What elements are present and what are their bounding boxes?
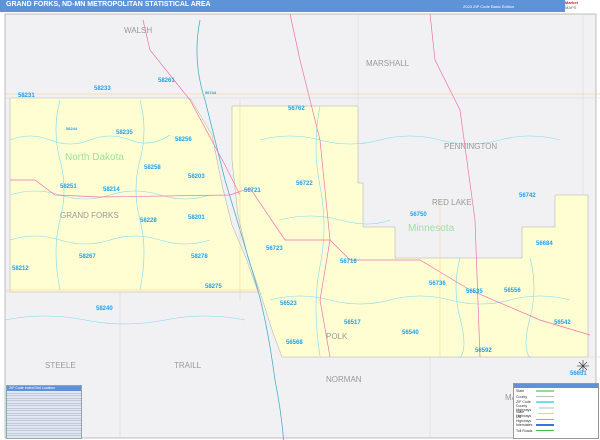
county-label: RED LAKE xyxy=(432,198,472,207)
legend-item: Toll Roads xyxy=(514,428,598,434)
legend-swatch xyxy=(536,401,554,403)
zip-label: 58240 xyxy=(96,306,113,312)
zip-label: 56744 xyxy=(205,90,217,95)
index-rows xyxy=(7,391,81,437)
map-legend: State County ZIP Code County Highways St… xyxy=(513,383,599,439)
zip-label: 56684 xyxy=(536,241,553,247)
legend-swatch xyxy=(536,390,554,392)
zip-label: 58261 xyxy=(158,78,175,84)
county-label: TRAILL xyxy=(174,361,202,370)
state-label: North Dakota xyxy=(65,152,124,163)
map-title: GRAND FORKS, ND-MN METROPOLITAN STATISTI… xyxy=(6,1,211,8)
legend-swatch xyxy=(536,395,554,398)
zip-label: 58212 xyxy=(12,266,29,272)
zip-label: 56723 xyxy=(266,246,283,252)
zip-label: 58203 xyxy=(188,174,205,180)
zip-label: 56651 xyxy=(570,371,587,377)
zip-label: 58235 xyxy=(116,130,133,136)
zip-label: 56535 xyxy=(466,289,483,295)
legend-swatch xyxy=(537,412,554,415)
legend-label: Toll Roads xyxy=(516,428,533,433)
zip-label: 58278 xyxy=(191,254,208,260)
legend-swatch xyxy=(536,418,554,421)
map-canvas[interactable]: North Dakota Minnesota WALSH MARSHALL PE… xyxy=(0,13,600,440)
logo: Market MAPS xyxy=(565,0,600,12)
county-label: GRAND FORKS xyxy=(60,211,119,220)
zip-label: 56750 xyxy=(410,212,427,218)
zip-label: 58258 xyxy=(144,165,161,171)
edition-label: 2023 ZIP Code Basic Edition xyxy=(463,4,515,9)
zip-label: 58267 xyxy=(79,254,96,260)
county-label: NORMAN xyxy=(326,375,362,384)
zip-label: 56542 xyxy=(554,320,571,326)
county-label: PENNINGTON xyxy=(444,142,497,151)
legend-label: County xyxy=(516,394,528,399)
zip-label: 58251 xyxy=(60,184,77,190)
zip-label: 56568 xyxy=(286,340,303,346)
legend-swatch xyxy=(536,429,554,432)
zip-code-index: ZIP Code Index/Grid Location xyxy=(6,385,82,439)
zip-label: 58228 xyxy=(140,218,157,224)
zip-label: 56721 xyxy=(244,188,261,194)
zip-label: 56540 xyxy=(402,330,419,336)
zip-label: 56517 xyxy=(344,320,361,326)
zip-label: 56556 xyxy=(504,288,521,294)
zip-label: 56742 xyxy=(519,193,536,199)
zip-label: 58244 xyxy=(66,126,78,131)
zip-label: 58214 xyxy=(103,187,120,193)
zip-label: 58233 xyxy=(94,86,111,92)
zip-label: 56716 xyxy=(340,259,357,265)
zip-label: 58231 xyxy=(18,93,35,99)
legend-label: State xyxy=(516,388,525,393)
county-label: POLK xyxy=(326,332,348,341)
county-label: STEELE xyxy=(45,361,76,370)
zip-label: 56523 xyxy=(280,301,297,307)
zip-label: 58275 xyxy=(205,284,222,290)
legend-label: Interstates xyxy=(516,422,533,427)
zip-label: 56592 xyxy=(475,348,492,354)
zip-label: 56762 xyxy=(288,106,305,112)
title-bar: GRAND FORKS, ND-MN METROPOLITAN STATISTI… xyxy=(0,0,600,12)
zip-label: 56722 xyxy=(296,181,313,187)
zip-label: 58256 xyxy=(175,137,192,143)
county-label: MARSHALL xyxy=(366,59,410,68)
zip-label: 58201 xyxy=(188,215,205,221)
legend-swatch xyxy=(538,407,554,409)
zip-label: 56736 xyxy=(429,281,446,287)
state-label: Minnesota xyxy=(408,223,455,234)
legend-swatch xyxy=(536,424,554,426)
county-label: WALSH xyxy=(124,26,152,35)
